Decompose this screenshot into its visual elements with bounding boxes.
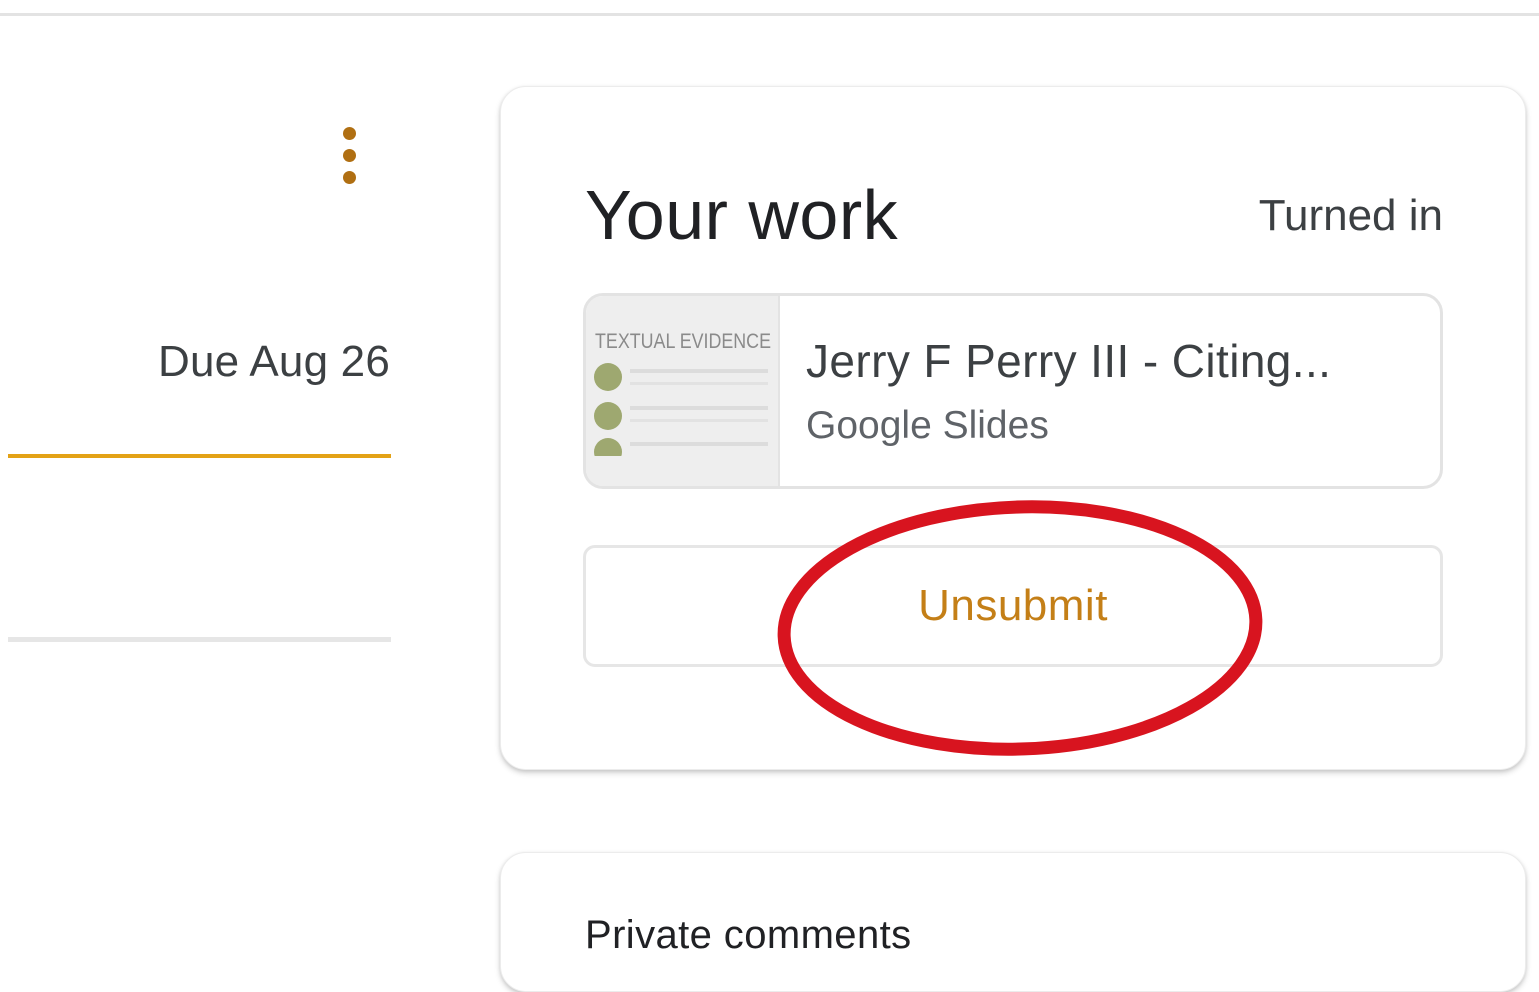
thumbnail-heading: TEXTUAL EVIDENCE — [595, 330, 771, 353]
your-work-card: Your work Turned in TEXTUAL EVIDENCE Jer… — [500, 86, 1526, 770]
attachment-thumbnail: TEXTUAL EVIDENCE — [586, 296, 780, 486]
due-date: Due Aug 26 — [158, 337, 390, 386]
private-comments-card: Private comments — [500, 852, 1526, 992]
section-divider — [8, 637, 391, 642]
more-options-button[interactable] — [322, 118, 378, 194]
your-work-title: Your work — [585, 176, 899, 254]
accent-divider — [8, 454, 391, 458]
attachment-title: Jerry F Perry III - Citing... — [806, 335, 1332, 387]
attachment-card[interactable]: TEXTUAL EVIDENCE Jerry F Perry III - Cit… — [583, 293, 1443, 489]
top-divider — [0, 13, 1539, 16]
unsubmit-button[interactable]: Unsubmit — [583, 545, 1443, 667]
private-comments-title: Private comments — [585, 913, 912, 957]
submission-status: Turned in — [1258, 191, 1443, 240]
attachment-type: Google Slides — [806, 404, 1049, 447]
